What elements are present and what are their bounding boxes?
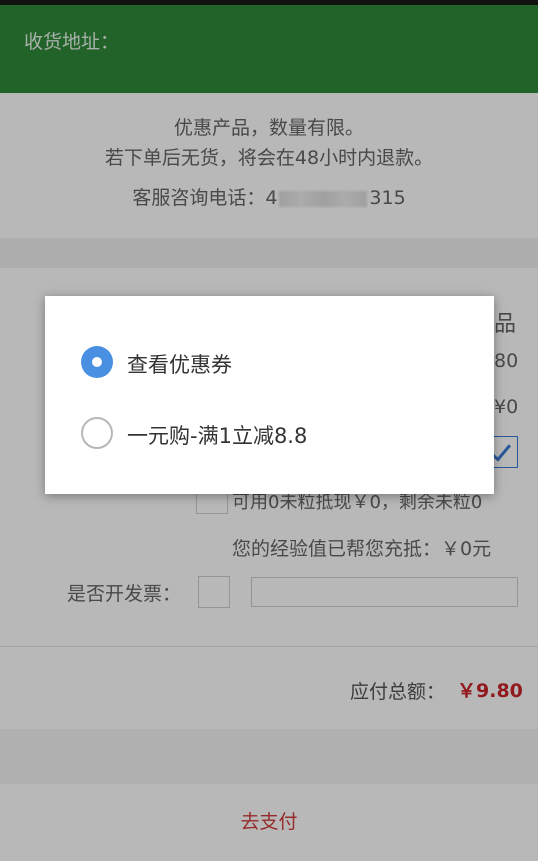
- option-one-yuan-purchase[interactable]: 一元购-满1立减8.8: [81, 413, 461, 453]
- option-label: 一元购-满1立减8.8: [127, 424, 308, 448]
- radio-dot: [92, 357, 102, 367]
- option-view-coupons[interactable]: 查看优惠券: [81, 342, 461, 382]
- option-label: 查看优惠券: [127, 353, 232, 377]
- radio-selected-icon[interactable]: [81, 346, 113, 378]
- coupon-dialog: 查看优惠券 一元购-满1立减8.8: [45, 296, 494, 494]
- radio-unselected-icon[interactable]: [81, 417, 113, 449]
